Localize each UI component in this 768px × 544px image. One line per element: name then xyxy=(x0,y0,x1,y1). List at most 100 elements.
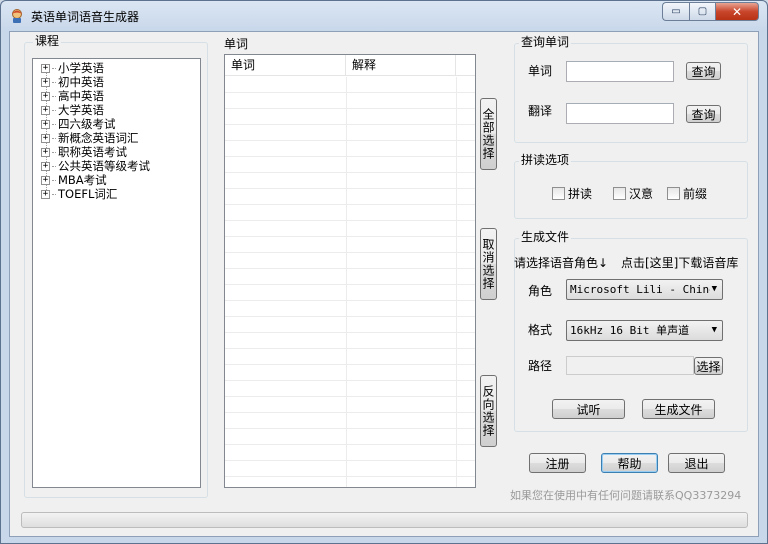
tree-connector xyxy=(52,67,56,69)
tree-item[interactable]: + 新概念英语词汇 xyxy=(41,131,139,145)
tree-item[interactable]: + 公共英语等级考试 xyxy=(41,159,150,173)
meaning-checkbox[interactable]: 汉意 xyxy=(613,185,653,202)
invert-select-label: 反向选择 xyxy=(481,385,495,437)
select-all-button[interactable]: 全部选择 xyxy=(480,98,497,170)
generate-file-button[interactable]: 生成文件 xyxy=(642,399,715,419)
word-label: 单词 xyxy=(528,64,553,78)
tree-item[interactable]: + 高中英语 xyxy=(41,89,104,103)
download-voice-link[interactable]: 点击[这里]下载语音库 xyxy=(621,256,738,270)
meaning-checkbox-label: 汉意 xyxy=(629,187,654,201)
tree-connector xyxy=(52,81,56,83)
query-word-button[interactable]: 查询 xyxy=(686,62,721,80)
window-title: 英语单词语音生成器 xyxy=(31,10,140,24)
chevron-down-icon: ▼ xyxy=(711,284,717,294)
translate-label: 翻译 xyxy=(528,104,553,118)
tree-connector xyxy=(52,123,56,125)
exit-label: 退出 xyxy=(684,456,709,471)
maximize-button[interactable]: ▢ xyxy=(689,2,715,21)
chevron-down-icon: ▼ xyxy=(711,325,717,335)
format-select[interactable]: 16kHz 16 Bit 单声道 ▼ xyxy=(566,320,723,341)
expand-icon[interactable]: + xyxy=(41,119,50,129)
role-label: 角色 xyxy=(528,284,553,298)
prefix-checkbox[interactable]: 前缀 xyxy=(667,185,707,202)
tree-connector xyxy=(52,165,56,167)
tree-item-label: 新概念英语词汇 xyxy=(58,131,139,145)
word-input[interactable] xyxy=(566,61,674,82)
select-all-label: 全部选择 xyxy=(481,108,495,160)
expand-icon[interactable]: + xyxy=(41,63,50,73)
spell-checkbox-label: 拼读 xyxy=(568,187,593,201)
expand-icon[interactable]: + xyxy=(41,105,50,115)
query-word-label: 查询 xyxy=(691,64,716,79)
query-translate-button[interactable]: 查询 xyxy=(686,105,721,123)
help-button[interactable]: 帮助 xyxy=(601,453,658,473)
column-header-word[interactable]: 单词 xyxy=(225,55,346,76)
translate-input[interactable] xyxy=(566,103,674,124)
maximize-icon: ▢ xyxy=(697,6,708,17)
query-group: 查询 单词 xyxy=(514,35,748,143)
tree-item-label: MBA考试 xyxy=(58,173,107,187)
tree-item[interactable]: + 小学英语 xyxy=(41,61,104,75)
client-area: 课程 + 小学英语 + 初中英语 + 高中英语 + 大学英语 + 四六级考试 + 新概念英语… xyxy=(9,31,759,537)
spell-options-title: 拼读选项 xyxy=(519,153,572,167)
path-label: 路径 xyxy=(528,359,553,373)
tree-item[interactable]: + 初中英语 xyxy=(41,75,104,89)
words-list[interactable]: 单词 解释 xyxy=(224,54,476,488)
prefix-checkbox-label: 前缀 xyxy=(683,187,708,201)
close-button[interactable]: ✕ xyxy=(715,2,759,21)
tree-item-label: 四六级考试 xyxy=(58,117,116,131)
tree-connector xyxy=(52,137,56,139)
query-translate-label: 查询 xyxy=(691,107,716,122)
expand-icon[interactable]: + xyxy=(41,161,50,171)
exit-button[interactable]: 退出 xyxy=(668,453,725,473)
expand-icon[interactable]: + xyxy=(41,147,50,157)
format-select-value: 16kHz 16 Bit 单声道 xyxy=(570,324,690,337)
tree-item[interactable]: + 大学英语 xyxy=(41,103,104,117)
generate-file-label: 生成文件 xyxy=(654,402,703,417)
course-group-title: 课程 xyxy=(33,34,62,48)
app-icon xyxy=(12,9,22,23)
preview-label: 试听 xyxy=(576,402,601,417)
tree-item[interactable]: + TOEFL词汇 xyxy=(41,187,117,201)
spell-checkbox-box[interactable] xyxy=(552,187,565,200)
tree-item[interactable]: + 职称英语考试 xyxy=(41,145,127,159)
tree-connector xyxy=(52,109,56,111)
tree-item[interactable]: + 四六级考试 xyxy=(41,117,116,131)
expand-icon[interactable]: + xyxy=(41,77,50,87)
meaning-checkbox-box[interactable] xyxy=(613,187,626,200)
progress-bar xyxy=(21,512,748,528)
minimize-button[interactable]: ▭ xyxy=(662,2,689,21)
invert-select-button[interactable]: 反向选择 xyxy=(480,375,497,447)
tree-item-label: 小学英语 xyxy=(58,61,104,75)
browse-path-label: 选择 xyxy=(696,359,721,374)
expand-icon[interactable]: + xyxy=(41,91,50,101)
course-tree[interactable]: + 小学英语 + 初中英语 + 高中英语 + 大学英语 + 四六级考试 + 新概念英语词汇 … xyxy=(32,58,201,488)
tree-item-label: 大学英语 xyxy=(58,103,104,117)
column-header-meaning[interactable]: 解释 xyxy=(346,55,456,76)
generate-group-title: 生成文件 xyxy=(519,230,572,244)
tree-item[interactable]: + MBA考试 xyxy=(41,173,107,187)
register-button[interactable]: 注册 xyxy=(529,453,586,473)
expand-icon[interactable]: + xyxy=(41,133,50,143)
title-bar[interactable]: 英语单词语音生成器 ▭ ▢ ✕ xyxy=(1,1,767,31)
spell-checkbox[interactable]: 拼读 xyxy=(552,185,592,202)
tree-connector xyxy=(52,151,56,153)
browse-path-button[interactable]: 选择 xyxy=(694,357,723,375)
cancel-select-button[interactable]: 取消选择 xyxy=(480,228,497,300)
prefix-checkbox-box[interactable] xyxy=(667,187,680,200)
words-list-header: 单词 解释 xyxy=(225,55,475,76)
path-input[interactable] xyxy=(566,356,694,375)
voice-hint: 请选择语音角色↓ xyxy=(514,256,609,270)
tree-item-label: TOEFL词汇 xyxy=(58,187,118,201)
role-select[interactable]: Microsoft Lili - Chinese▼ xyxy=(566,279,723,300)
column-separator xyxy=(346,77,347,487)
expand-icon[interactable]: + xyxy=(41,175,50,185)
contact-text: 如果您在使用中有任何问题请联系QQ3373294 xyxy=(510,489,742,502)
tree-item-label: 职称英语考试 xyxy=(58,145,127,159)
close-icon: ✕ xyxy=(731,4,743,19)
column-separator xyxy=(456,77,457,487)
preview-button[interactable]: 试听 xyxy=(552,399,625,419)
words-list-body[interactable] xyxy=(225,77,475,487)
caption-buttons: ▭ ▢ ✕ xyxy=(662,2,759,21)
expand-icon[interactable]: + xyxy=(41,189,50,199)
